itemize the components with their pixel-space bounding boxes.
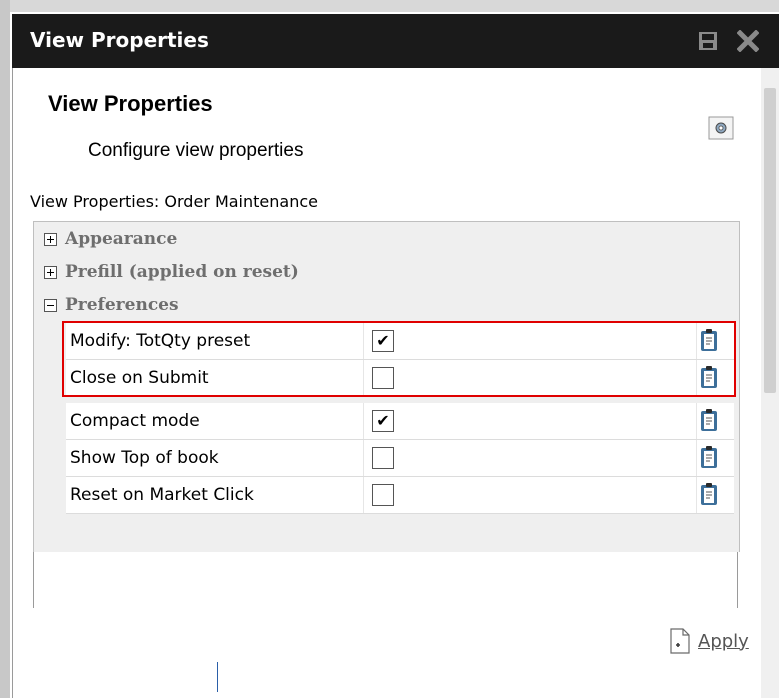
top-strip bbox=[0, 0, 779, 12]
pref-row-compact-mode: Compact mode ✔ bbox=[66, 403, 734, 440]
apply-button[interactable]: Apply bbox=[668, 625, 749, 657]
page-subtitle: Configure view properties bbox=[88, 140, 304, 161]
column-divider bbox=[696, 403, 697, 439]
scrollbar[interactable] bbox=[761, 68, 779, 698]
titlebar: View Properties bbox=[12, 14, 779, 68]
group-label: Preferences bbox=[65, 295, 179, 315]
group-prefill[interactable]: Prefill (applied on reset) bbox=[44, 257, 299, 287]
pref-row-close-on-submit: Close on Submit bbox=[66, 360, 734, 397]
column-divider bbox=[696, 360, 697, 396]
group-label: Prefill (applied on reset) bbox=[65, 262, 299, 282]
expand-icon[interactable] bbox=[44, 265, 57, 279]
clipboard-icon[interactable] bbox=[700, 328, 718, 352]
panel-border bbox=[12, 68, 13, 698]
pref-label: Show Top of book bbox=[70, 448, 219, 468]
gear-icon bbox=[708, 116, 734, 140]
scrollbar-thumb[interactable] bbox=[764, 88, 776, 393]
collapse-icon[interactable] bbox=[44, 298, 57, 312]
pref-label: Modify: TotQty preset bbox=[70, 331, 251, 351]
column-divider bbox=[363, 403, 364, 439]
group-appearance[interactable]: Appearance bbox=[44, 224, 177, 254]
pref-label: Reset on Market Click bbox=[70, 485, 254, 505]
clipboard-icon[interactable] bbox=[700, 408, 718, 432]
pref-checkbox[interactable] bbox=[372, 367, 394, 389]
window-title: View Properties bbox=[30, 28, 209, 52]
clipboard-icon[interactable] bbox=[700, 365, 718, 389]
pref-label: Close on Submit bbox=[70, 368, 209, 388]
pref-checkbox[interactable] bbox=[372, 484, 394, 506]
column-divider bbox=[696, 440, 697, 476]
expand-icon[interactable] bbox=[44, 232, 57, 246]
page-title: View Properties bbox=[48, 91, 213, 116]
grid-border-left bbox=[33, 552, 34, 608]
close-icon[interactable] bbox=[737, 30, 759, 52]
pref-row-reset-on-market-click: Reset on Market Click bbox=[66, 477, 734, 514]
column-divider bbox=[363, 360, 364, 396]
column-divider bbox=[363, 477, 364, 513]
pref-checkbox[interactable]: ✔ bbox=[372, 410, 394, 432]
pref-row-show-top-of-book: Show Top of book bbox=[66, 440, 734, 477]
group-label: Appearance bbox=[65, 229, 178, 249]
column-divider bbox=[363, 323, 364, 359]
grid-border-right bbox=[737, 552, 738, 608]
apply-icon bbox=[670, 628, 690, 654]
clipboard-icon[interactable] bbox=[700, 445, 718, 469]
column-divider bbox=[696, 477, 697, 513]
group-preferences[interactable]: Preferences bbox=[44, 290, 179, 320]
pref-row-modify-totqty: Modify: TotQty preset ✔ bbox=[66, 323, 734, 360]
text-cursor bbox=[217, 662, 218, 692]
column-divider bbox=[363, 440, 364, 476]
pref-checkbox[interactable]: ✔ bbox=[372, 330, 394, 352]
apply-label: Apply bbox=[698, 630, 749, 652]
pref-label: Compact mode bbox=[70, 411, 200, 431]
column-divider bbox=[696, 323, 697, 359]
clipboard-icon[interactable] bbox=[700, 482, 718, 506]
settings-button[interactable] bbox=[707, 115, 735, 141]
view-properties-label: View Properties: Order Maintenance bbox=[30, 192, 318, 211]
left-strip bbox=[0, 0, 10, 698]
save-icon[interactable] bbox=[697, 30, 719, 52]
pref-checkbox[interactable] bbox=[372, 447, 394, 469]
